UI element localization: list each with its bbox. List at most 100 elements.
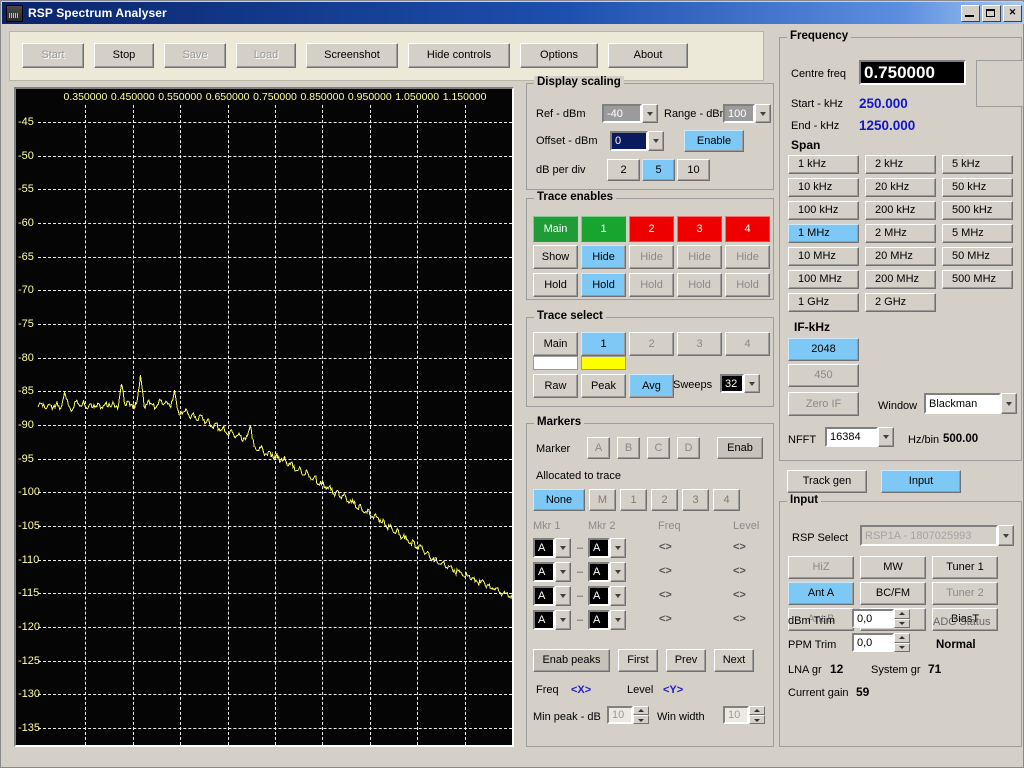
range-dbm-value[interactable]: 100	[723, 104, 755, 123]
input-button-tuner-2[interactable]: Tuner 2	[932, 582, 998, 605]
io-tab-input[interactable]: Input	[881, 470, 961, 493]
chevron-down-icon[interactable]	[610, 538, 626, 558]
span-button-10-mhz[interactable]: 10 MHz	[788, 247, 859, 266]
peak-next-button[interactable]: Next	[714, 649, 754, 672]
trace-show-toggle-4[interactable]: Hide	[725, 245, 770, 269]
trace-show-toggle-1[interactable]: Hide	[581, 245, 626, 269]
ppm-trim-value[interactable]: 0,0	[852, 633, 894, 652]
span-button-500-khz[interactable]: 500 kHz	[942, 201, 1013, 220]
toolbar-button-options[interactable]: Options	[520, 43, 598, 68]
zero-if-button[interactable]: Zero IF	[788, 392, 859, 416]
sweeps-value[interactable]: 32	[720, 374, 744, 393]
win-width-spin[interactable]	[749, 706, 765, 724]
trace-hold-toggle-main[interactable]: Hold	[533, 273, 578, 297]
chevron-down-icon[interactable]	[610, 586, 626, 606]
marker-button-d[interactable]: D	[677, 437, 700, 459]
span-button-2-ghz[interactable]: 2 GHz	[865, 293, 936, 312]
trace-show-toggle-2[interactable]: Hide	[629, 245, 674, 269]
trace-enable-color-1[interactable]: 1	[581, 216, 626, 242]
rsp-select-combo[interactable]: RSP1A - 1807025993	[860, 525, 1014, 546]
centre-freq-input[interactable]: 0.750000	[859, 60, 966, 85]
ppm-trim-stepper[interactable]: 0,0	[852, 633, 910, 652]
minimize-button[interactable]	[961, 5, 980, 22]
sweeps-combo[interactable]: 32	[720, 374, 760, 393]
marker-row-mkr2[interactable]: A	[588, 610, 626, 630]
marker-row-mkr2-value[interactable]: A	[588, 538, 610, 558]
chevron-down-icon[interactable]	[642, 104, 658, 123]
win-width-value[interactable]: 10	[723, 706, 749, 724]
if-option-2048[interactable]: 2048	[788, 338, 859, 361]
marker-row-mkr2[interactable]: A	[588, 538, 626, 558]
marker-row-mkr2-value[interactable]: A	[588, 610, 610, 630]
trace-show-toggle-main[interactable]: Show	[533, 245, 578, 269]
toolbar-button-hide-controls[interactable]: Hide controls	[408, 43, 510, 68]
chevron-down-icon[interactable]	[555, 610, 571, 630]
peak-prev-button[interactable]: Prev	[666, 649, 706, 672]
nfft-combo[interactable]: 16384	[825, 427, 894, 447]
io-tab-track-gen[interactable]: Track gen	[787, 470, 867, 493]
marker-enable-button[interactable]: Enab	[717, 437, 763, 459]
maximize-button[interactable]	[982, 5, 1001, 22]
span-button-20-khz[interactable]: 20 kHz	[865, 178, 936, 197]
trace-enable-color-2[interactable]: 2	[629, 216, 674, 242]
chevron-down-icon[interactable]	[744, 374, 760, 393]
toolbar-button-start[interactable]: Start	[22, 43, 84, 68]
marker-row-mkr2[interactable]: A	[588, 562, 626, 582]
db-per-div-10[interactable]: 10	[677, 159, 710, 181]
chevron-down-icon[interactable]	[555, 586, 571, 606]
dbm-trim-spin[interactable]	[894, 609, 910, 628]
span-button-5-khz[interactable]: 5 kHz	[942, 155, 1013, 174]
alloc-trace-m[interactable]: M	[589, 489, 616, 511]
offset-dbm-combo[interactable]: 0	[610, 131, 664, 151]
chevron-down-icon[interactable]	[998, 525, 1014, 546]
trace-select-tab-main[interactable]: Main	[533, 332, 578, 356]
ppm-trim-spin[interactable]	[894, 633, 910, 652]
close-button[interactable]: ✕	[1003, 5, 1022, 22]
min-peak-spin[interactable]	[633, 706, 649, 724]
marker-row-mkr2-value[interactable]: A	[588, 562, 610, 582]
dbm-trim-value[interactable]: 0,0	[852, 609, 894, 628]
trace-hold-toggle-1[interactable]: Hold	[581, 273, 626, 297]
input-button-ant-a[interactable]: Ant A	[788, 582, 854, 605]
window-value[interactable]: Blackman	[924, 393, 1001, 414]
alloc-trace-4[interactable]: 4	[713, 489, 740, 511]
ref-dbm-value[interactable]: -40	[602, 104, 642, 123]
trace-mode-raw[interactable]: Raw	[533, 374, 578, 398]
marker-button-b[interactable]: B	[617, 437, 640, 459]
toolbar-button-screenshot[interactable]: Screenshot	[306, 43, 398, 68]
span-button-50-khz[interactable]: 50 kHz	[942, 178, 1013, 197]
span-button-50-mhz[interactable]: 50 MHz	[942, 247, 1013, 266]
marker-row-mkr1[interactable]: A	[533, 562, 571, 582]
marker-row-mkr1-value[interactable]: A	[533, 586, 555, 606]
offset-dbm-value[interactable]: 0	[610, 131, 648, 151]
db-per-div-5[interactable]: 5	[642, 159, 675, 181]
span-button-5-mhz[interactable]: 5 MHz	[942, 224, 1013, 243]
trace-hold-toggle-3[interactable]: Hold	[677, 273, 722, 297]
toolbar-button-about[interactable]: About	[608, 43, 688, 68]
span-button-10-khz[interactable]: 10 kHz	[788, 178, 859, 197]
marker-row-mkr1-value[interactable]: A	[533, 562, 555, 582]
marker-row-mkr1-value[interactable]: A	[533, 610, 555, 630]
span-button-1-mhz[interactable]: 1 MHz	[788, 224, 859, 243]
span-button-200-khz[interactable]: 200 kHz	[865, 201, 936, 220]
rsp-select-value[interactable]: RSP1A - 1807025993	[860, 525, 998, 546]
if-option-450[interactable]: 450	[788, 364, 859, 387]
spectrum-plot[interactable]: 0.350000 0.450000 0.550000 0.650000 0.750000…	[16, 89, 512, 745]
span-button-500-mhz[interactable]: 500 MHz	[942, 270, 1013, 289]
span-button-1-ghz[interactable]: 1 GHz	[788, 293, 859, 312]
trace-select-tab-1[interactable]: 1	[581, 332, 626, 356]
range-dbm-combo[interactable]: 100	[723, 104, 771, 123]
marker-button-c[interactable]: C	[647, 437, 670, 459]
db-per-div-2[interactable]: 2	[607, 159, 640, 181]
toolbar-button-stop[interactable]: Stop	[94, 43, 154, 68]
enable-peaks-button[interactable]: Enab peaks	[533, 649, 610, 672]
chevron-down-icon[interactable]	[1001, 393, 1017, 414]
input-button-hiz[interactable]: HiZ	[788, 556, 854, 579]
marker-row-mkr1-value[interactable]: A	[533, 538, 555, 558]
trace-mode-peak[interactable]: Peak	[581, 374, 626, 398]
chevron-down-icon[interactable]	[610, 610, 626, 630]
chevron-down-icon[interactable]	[610, 562, 626, 582]
window-combo[interactable]: Blackman	[924, 393, 1017, 414]
trace-select-tab-3[interactable]: 3	[677, 332, 722, 356]
chevron-down-icon[interactable]	[648, 131, 664, 151]
